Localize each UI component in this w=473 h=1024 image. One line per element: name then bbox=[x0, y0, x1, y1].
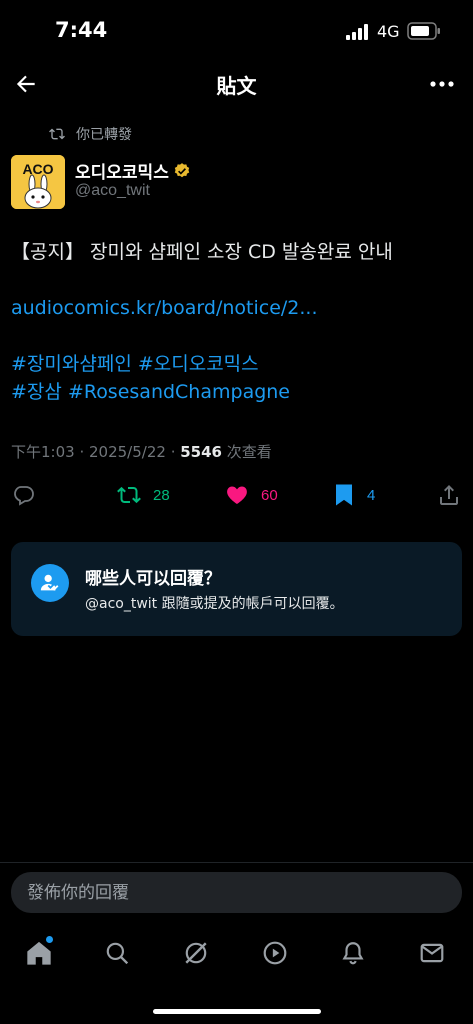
verified-badge-icon bbox=[174, 162, 190, 177]
bookmark-count: 4 bbox=[367, 486, 376, 504]
grok-icon bbox=[185, 942, 207, 964]
mail-icon bbox=[420, 943, 444, 963]
hashtags-line-2[interactable]: #장삼 #RosesandChampagne bbox=[11, 378, 461, 406]
reply-restriction-card: 哪些人可以回覆？ @aco_twit 跟隨或提及的帳戶可以回覆。 bbox=[11, 542, 462, 636]
share-button[interactable] bbox=[438, 480, 460, 510]
divider bbox=[0, 862, 473, 863]
tab-messages[interactable] bbox=[415, 936, 449, 970]
repost-icon bbox=[49, 128, 65, 140]
home-indicator bbox=[153, 1009, 321, 1014]
repost-button[interactable]: 28 bbox=[117, 480, 170, 510]
reply-restriction-text: @aco_twit 跟隨或提及的帳戶可以回覆。 bbox=[85, 596, 344, 612]
avatar-logo: ACO bbox=[11, 155, 65, 209]
header: 貼文 bbox=[0, 58, 473, 110]
more-horizontal-icon bbox=[430, 81, 454, 87]
tab-search[interactable] bbox=[100, 936, 134, 970]
view-count: 5546 bbox=[180, 443, 222, 461]
search-icon bbox=[106, 942, 129, 965]
avatar[interactable]: ACO bbox=[11, 155, 65, 209]
heart-icon bbox=[227, 486, 247, 504]
reply-restriction-title: 哪些人可以回覆？ bbox=[85, 569, 221, 589]
repost-icon bbox=[117, 486, 141, 504]
share-icon bbox=[440, 485, 458, 505]
signal-icon bbox=[346, 24, 368, 40]
post-actions: 28 60 4 bbox=[0, 480, 473, 510]
hashtags-line-1[interactable]: #장미와샴페인 #오디오코믹스 bbox=[11, 350, 461, 378]
post-text: 【공지】 장미와 샴페인 소장 CD 발송완료 안내 bbox=[11, 241, 393, 263]
reply-button[interactable] bbox=[12, 480, 36, 510]
like-button[interactable]: 60 bbox=[225, 480, 278, 510]
status-time: 7:44 bbox=[55, 18, 108, 42]
home-icon bbox=[27, 941, 51, 965]
author-name-row[interactable]: 오디오코믹스 bbox=[75, 158, 191, 183]
user-check-icon bbox=[31, 564, 69, 602]
svg-text:ACO: ACO bbox=[22, 161, 53, 177]
author-handle[interactable]: @aco_twit bbox=[75, 182, 150, 200]
bookmark-icon bbox=[336, 484, 352, 506]
author-name[interactable]: 오디오코믹스 bbox=[75, 158, 169, 183]
tab-home[interactable] bbox=[22, 936, 56, 970]
reply-input[interactable] bbox=[11, 872, 462, 913]
bookmark-button[interactable]: 4 bbox=[333, 480, 375, 510]
views-label: 次查看 bbox=[226, 443, 272, 461]
reposted-label: 你已轉發 bbox=[76, 127, 132, 143]
reply-icon bbox=[14, 486, 34, 506]
status-bar: 7:44 4G bbox=[0, 0, 473, 56]
tab-video[interactable] bbox=[258, 936, 292, 970]
network-label: 4G bbox=[377, 22, 400, 41]
bottom-nav bbox=[0, 930, 473, 976]
battery-icon bbox=[407, 22, 440, 40]
like-count: 60 bbox=[261, 486, 278, 504]
post-link[interactable]: audiocomics.kr/board/notice/2... bbox=[11, 294, 461, 322]
repost-count: 28 bbox=[153, 486, 170, 504]
notification-dot bbox=[46, 936, 53, 943]
more-options-button[interactable] bbox=[427, 72, 457, 96]
post-body: 【공지】 장미와 샴페인 소장 CD 발송완료 안내 audiocomics.k… bbox=[11, 238, 461, 406]
tab-grok[interactable] bbox=[179, 936, 213, 970]
reposted-indicator: 你已轉發 bbox=[48, 124, 132, 144]
tab-notifications[interactable] bbox=[336, 936, 370, 970]
play-circle-icon bbox=[263, 941, 287, 965]
post-time: 下午1:03 bbox=[11, 443, 75, 461]
post-meta: 下午1:03 · 2025/5/22 · 5546 次查看 bbox=[11, 443, 272, 461]
bell-icon bbox=[342, 942, 364, 965]
post-date: 2025/5/22 bbox=[89, 443, 166, 461]
page-title: 貼文 bbox=[216, 74, 257, 98]
